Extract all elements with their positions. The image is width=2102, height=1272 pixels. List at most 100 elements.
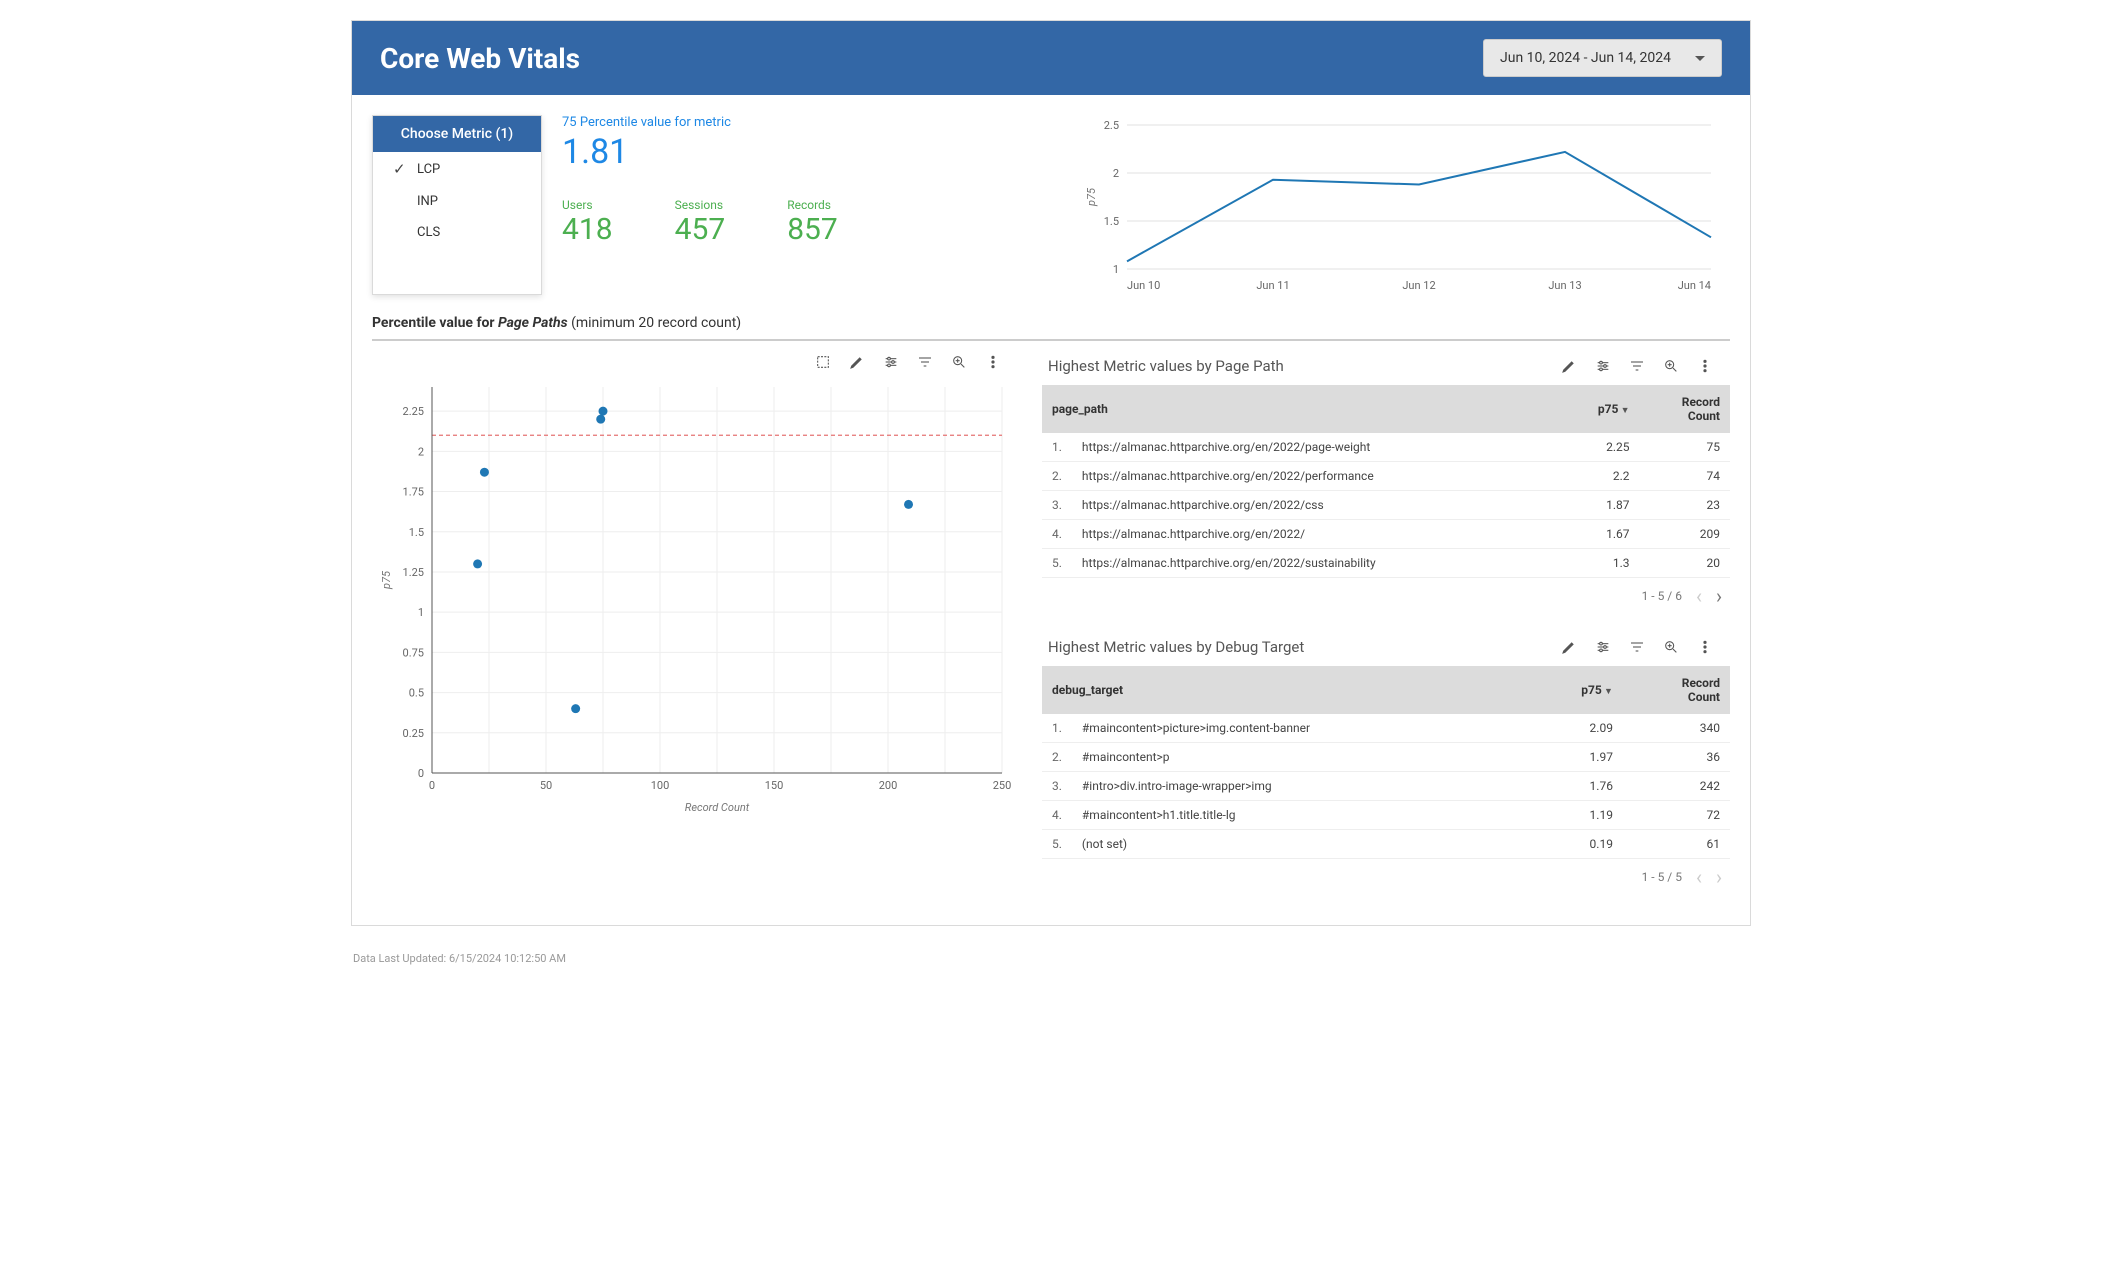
date-range-picker[interactable]: Jun 10, 2024 - Jun 14, 2024 (1483, 39, 1722, 77)
svg-text:1.25: 1.25 (403, 566, 424, 579)
row-index: 1. (1042, 433, 1072, 462)
cell-record-count: 61 (1623, 830, 1730, 859)
metric-option-label: INP (417, 194, 438, 209)
table-row[interactable]: 1.https://almanac.httparchive.org/en/202… (1042, 433, 1730, 462)
cell-page_path: https://almanac.httparchive.org/en/2022/… (1072, 462, 1559, 491)
stat-label: Users (562, 198, 613, 212)
metric-option-lcp[interactable]: LCP (373, 152, 541, 186)
table-title: Highest Metric values by Debug Target (1048, 638, 1304, 656)
select-icon[interactable] (814, 353, 832, 371)
cell-page_path: https://almanac.httparchive.org/en/2022/… (1072, 549, 1559, 578)
table-row[interactable]: 4.https://almanac.httparchive.org/en/202… (1042, 520, 1730, 549)
cell-page_path: https://almanac.httparchive.org/en/2022/ (1072, 520, 1559, 549)
table-row[interactable]: 2.https://almanac.httparchive.org/en/202… (1042, 462, 1730, 491)
cell-page_path: https://almanac.httparchive.org/en/2022/… (1072, 433, 1559, 462)
cell-record-count: 340 (1623, 714, 1730, 743)
metric-option-cls[interactable]: CLS (373, 217, 541, 248)
cell-record-count: 20 (1640, 549, 1730, 578)
cell-record-count: 242 (1623, 772, 1730, 801)
cell-record-count: 72 (1623, 801, 1730, 830)
prev-page-icon[interactable]: ‹ (1696, 867, 1702, 887)
table-title: Highest Metric values by Page Path (1048, 357, 1284, 375)
svg-text:Jun 10: Jun 10 (1127, 279, 1160, 292)
more-icon[interactable] (1696, 357, 1714, 375)
stat-label: Sessions (675, 198, 726, 212)
stat-label: Records (787, 198, 838, 212)
table-row[interactable]: 5.https://almanac.httparchive.org/en/202… (1042, 549, 1730, 578)
filter-icon[interactable] (1628, 638, 1646, 656)
svg-text:2: 2 (418, 445, 424, 458)
svg-text:Jun 11: Jun 11 (1256, 279, 1289, 292)
timeseries-chart: 11.522.5Jun 10Jun 11Jun 12Jun 13Jun 14p7… (1072, 115, 1730, 295)
svg-text:1.5: 1.5 (1104, 215, 1119, 228)
table-toolbar (1550, 351, 1724, 381)
svg-text:0.75: 0.75 (403, 646, 424, 659)
cell-p75: 1.87 (1559, 491, 1639, 520)
column-header[interactable]: RecordCount (1623, 666, 1730, 714)
column-header[interactable]: debug_target (1042, 666, 1528, 714)
bottom-section: 00.250.50.7511.251.51.7522.2505010015020… (352, 347, 1750, 925)
more-icon[interactable] (1696, 638, 1714, 656)
next-page-icon[interactable]: › (1716, 586, 1722, 606)
adjust-icon[interactable] (882, 353, 900, 371)
column-header[interactable]: p75 (1559, 385, 1639, 433)
table-row[interactable]: 1.#maincontent>picture>img.content-banne… (1042, 714, 1730, 743)
svg-text:p75: p75 (380, 570, 393, 590)
cell-debug_target: #maincontent>picture>img.content-banner (1072, 714, 1528, 743)
edit-icon[interactable] (1560, 638, 1578, 656)
cell-p75: 2.25 (1559, 433, 1639, 462)
cell-p75: 2.09 (1528, 714, 1623, 743)
metric-option-inp[interactable]: INP (373, 186, 541, 217)
cell-p75: 1.67 (1559, 520, 1639, 549)
zoom-icon[interactable] (1662, 357, 1680, 375)
column-header[interactable]: page_path (1042, 385, 1559, 433)
table-row[interactable]: 5.(not set)0.1961 (1042, 830, 1730, 859)
zoom-icon[interactable] (1662, 638, 1680, 656)
svg-text:2: 2 (1113, 167, 1119, 180)
table-toolbar (1550, 632, 1724, 662)
section-title-italic: Page Paths (498, 315, 568, 331)
edit-icon[interactable] (1560, 357, 1578, 375)
top-section: Choose Metric (1) LCPINPCLS 75 Percentil… (352, 95, 1750, 315)
row-index: 4. (1042, 801, 1072, 830)
cell-p75: 1.3 (1559, 549, 1639, 578)
row-index: 2. (1042, 743, 1072, 772)
table-row[interactable]: 2.#maincontent>p1.9736 (1042, 743, 1730, 772)
filter-icon[interactable] (916, 353, 934, 371)
table-row[interactable]: 3.https://almanac.httparchive.org/en/202… (1042, 491, 1730, 520)
cell-record-count: 36 (1623, 743, 1730, 772)
column-header[interactable]: p75 (1528, 666, 1623, 714)
table-row[interactable]: 3.#intro>div.intro-image-wrapper>img1.76… (1042, 772, 1730, 801)
row-index: 5. (1042, 549, 1072, 578)
prev-page-icon[interactable]: ‹ (1696, 586, 1702, 606)
metric-option-label: LCP (417, 162, 440, 177)
metric-picker-header: Choose Metric (1) (373, 116, 541, 152)
cell-record-count: 23 (1640, 491, 1730, 520)
filter-icon[interactable] (1628, 357, 1646, 375)
edit-icon[interactable] (848, 353, 866, 371)
pager: 1 - 5 / 6 ‹ › (1042, 578, 1730, 610)
row-index: 3. (1042, 772, 1072, 801)
date-range-label: Jun 10, 2024 - Jun 14, 2024 (1500, 50, 1671, 66)
more-icon[interactable] (984, 353, 1002, 371)
next-page-icon[interactable]: › (1716, 867, 1722, 887)
pager: 1 - 5 / 5 ‹ › (1042, 859, 1730, 891)
svg-text:Jun 14: Jun 14 (1678, 279, 1711, 292)
cell-record-count: 74 (1640, 462, 1730, 491)
svg-text:1.75: 1.75 (403, 486, 424, 499)
adjust-icon[interactable] (1594, 357, 1612, 375)
column-header[interactable]: RecordCount (1640, 385, 1730, 433)
table-debug-target: Highest Metric values by Debug Target de… (1042, 628, 1730, 891)
adjust-icon[interactable] (1594, 638, 1612, 656)
svg-text:0.5: 0.5 (409, 687, 424, 700)
zoom-icon[interactable] (950, 353, 968, 371)
svg-text:Record Count: Record Count (685, 801, 750, 814)
page-title: Core Web Vitals (380, 42, 580, 75)
table-row[interactable]: 4.#maincontent>h1.title.title-lg1.1972 (1042, 801, 1730, 830)
stat-value: 457 (675, 212, 726, 247)
p75-value: 1.81 (562, 132, 1052, 172)
metric-picker: Choose Metric (1) LCP INP CLS (372, 115, 542, 295)
pager-label: 1 - 5 / 6 (1642, 589, 1682, 603)
header: Core Web Vitals Jun 10, 2024 - Jun 14, 2… (352, 21, 1750, 95)
svg-text:p75: p75 (1085, 187, 1098, 207)
